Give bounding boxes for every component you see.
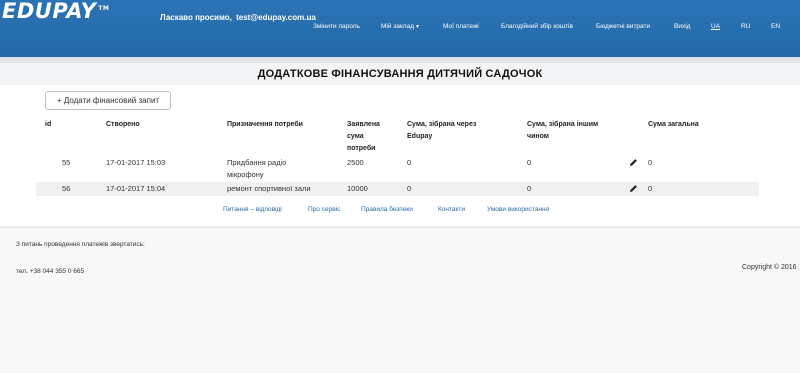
col-header-other-line1: Сума, зібрана іншим — [527, 121, 599, 128]
col-header-id: id — [45, 121, 52, 128]
footer-link-about[interactable]: Про сервіс — [308, 206, 340, 213]
contact-note: З питань проведення платежів звертатись: — [16, 241, 145, 248]
col-header-other-line2: чином — [527, 133, 549, 140]
nav-change-password[interactable]: Змінити пароль — [313, 23, 360, 30]
footer-link-security[interactable]: Правила безпеки — [361, 206, 413, 213]
cell-id: 55 — [62, 158, 71, 167]
col-header-total: Сума загальна — [648, 121, 699, 128]
nav-logout[interactable]: Вихід — [674, 23, 690, 30]
caret-down-icon: ▼ — [415, 24, 420, 30]
nav-my-institution[interactable]: Мій заклад▼ — [381, 23, 420, 30]
footer-link-terms[interactable]: Умови використання — [487, 206, 549, 213]
lang-ua[interactable]: UA — [711, 23, 720, 30]
cell-declared: 2500 — [347, 158, 364, 167]
support-phone: тел. +38 044 355 0 665 — [16, 268, 85, 275]
col-header-other: Сума, зібрана іншим чином — [527, 119, 598, 143]
cell-created: 17-01-2017 15:04 — [106, 184, 166, 193]
col-header-created: Створено — [106, 121, 140, 128]
cell-id: 56 — [62, 184, 71, 193]
lang-en[interactable]: EN — [771, 23, 780, 30]
cell-total: 0 — [648, 184, 653, 193]
add-financial-request-button[interactable]: + Додати фінансовий запит — [45, 91, 171, 110]
logo-trademark: TM — [98, 5, 110, 12]
nav-budget[interactable]: Бюджетні витрати — [596, 23, 650, 30]
cell-purpose: Придбання радіо мікрофону — [227, 157, 286, 181]
copyright: Copyright © 2016 — [742, 264, 797, 271]
col-header-edupay-line2: Edupay — [407, 133, 433, 140]
footer-link-contacts[interactable]: Контакти — [438, 206, 465, 213]
cell-total: 0 — [648, 158, 653, 167]
nav-my-payments[interactable]: Мої платежі — [443, 23, 479, 30]
main-content: + Додати фінансовий запит id Створено Пр… — [0, 85, 800, 225]
edupay-logo[interactable]: EDUPAY TM — [2, 0, 109, 23]
nav-charity[interactable]: Благодійний збір коштів — [501, 23, 573, 30]
col-header-edupay-line1: Сума, зібрана через — [407, 121, 477, 128]
cell-created: 17-01-2017 15:03 — [106, 158, 166, 167]
user-email: test@edupay.com.ua — [236, 13, 316, 22]
col-header-declared: Заявлена сума потреби — [347, 119, 380, 155]
col-header-declared-line3: потреби — [347, 145, 376, 152]
cell-purpose-line2: мікрофону — [227, 170, 264, 179]
col-header-declared-line1: Заявлена — [347, 121, 380, 128]
pencil-edit-icon[interactable] — [629, 184, 638, 193]
pencil-edit-icon[interactable] — [629, 158, 638, 167]
cell-other: 0 — [527, 158, 532, 167]
title-band: ДОДАТКОВЕ ФІНАНСУВАННЯ ДИТЯЧИЙ САДОЧОК — [0, 62, 800, 86]
cell-edupay: 0 — [407, 184, 412, 193]
col-header-declared-line2: сума — [347, 133, 364, 140]
nav-my-institution-label: Мій заклад — [381, 23, 415, 30]
page-title: ДОДАТКОВЕ ФІНАНСУВАННЯ ДИТЯЧИЙ САДОЧОК — [257, 68, 543, 80]
top-navbar: EDUPAY TM Ласкаво просимо, test@edupay.co… — [0, 0, 800, 57]
cell-purpose-line1: Придбання радіо — [227, 158, 287, 167]
cell-other: 0 — [527, 184, 532, 193]
welcome-text: Ласкаво просимо, — [160, 13, 232, 22]
col-header-edupay: Сума, зібрана через Edupay — [407, 119, 476, 143]
cell-purpose: ремонт спортивної зали — [227, 184, 311, 193]
footer-divider — [0, 227, 800, 228]
lang-ru[interactable]: RU — [741, 23, 750, 30]
logo-text: EDUPAY — [2, 0, 97, 23]
welcome-message: Ласкаво просимо, test@edupay.com.ua — [160, 13, 316, 22]
cell-declared: 10000 — [347, 184, 368, 193]
cell-edupay: 0 — [407, 158, 412, 167]
col-header-purpose: Призначення потреби — [227, 121, 303, 128]
footer-link-faq[interactable]: Питання – відповіді — [223, 206, 282, 213]
